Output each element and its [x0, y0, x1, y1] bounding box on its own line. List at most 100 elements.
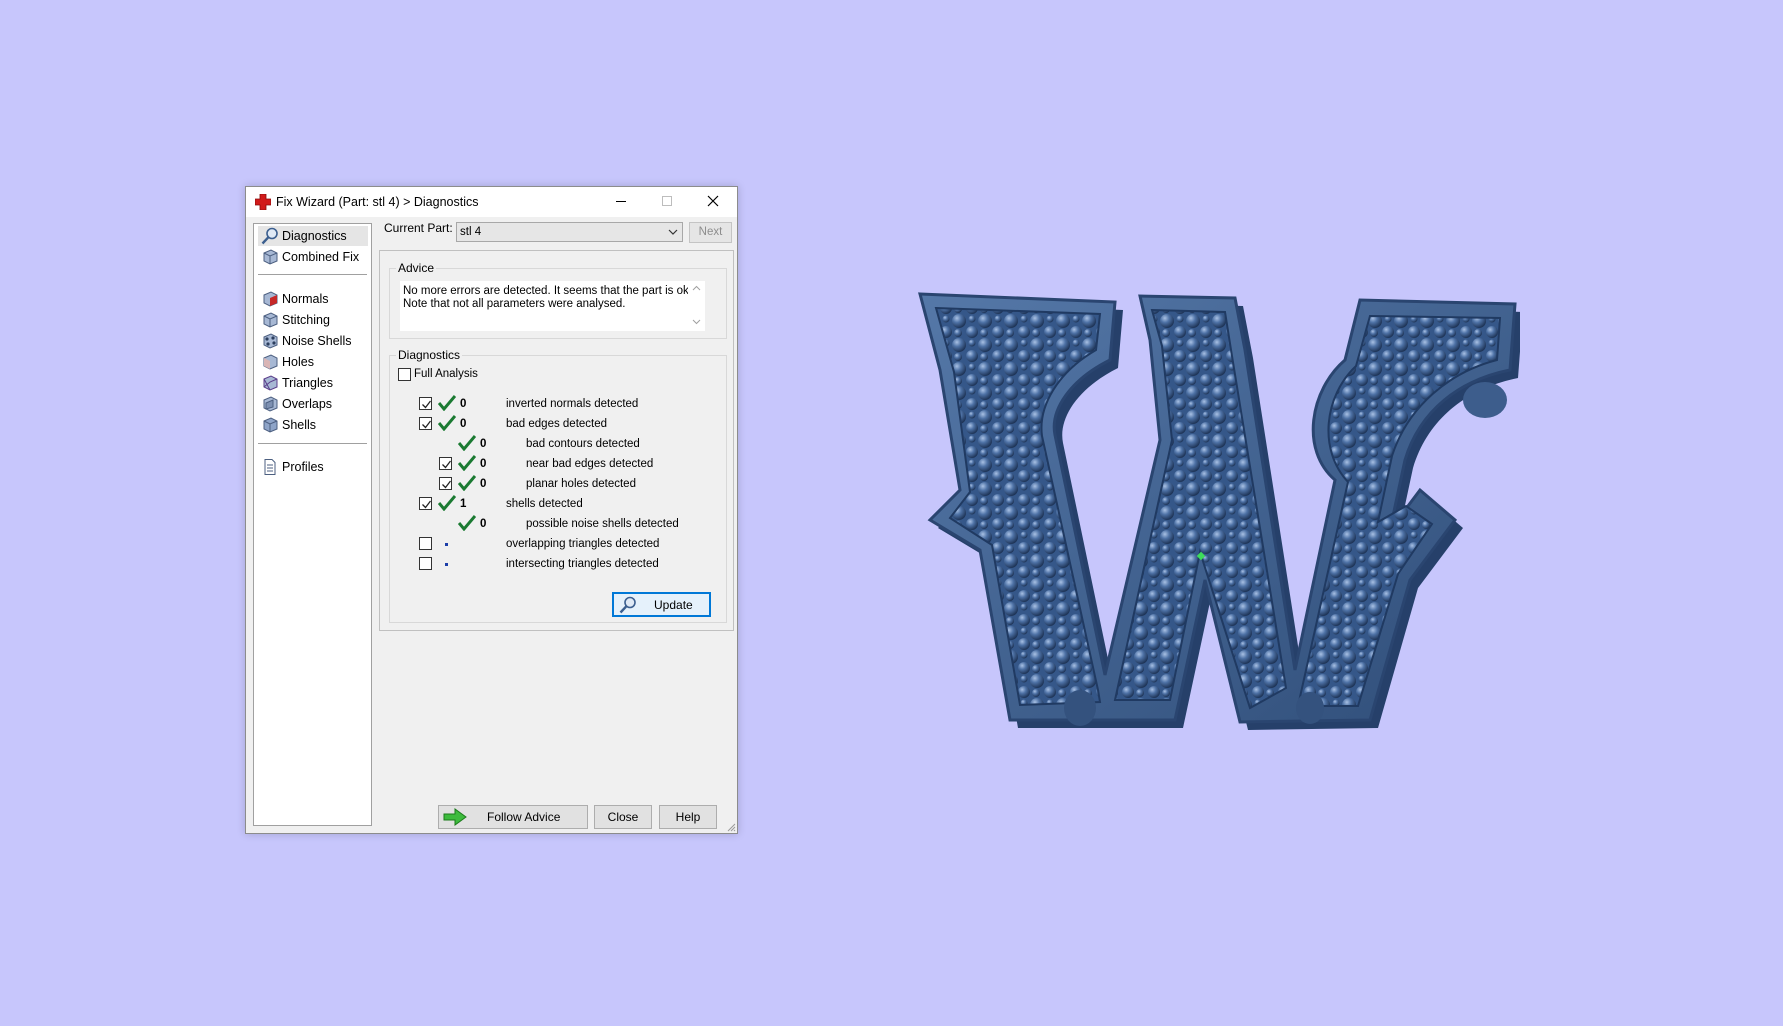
nav-item-profiles[interactable]: Profiles: [258, 457, 368, 477]
near-bad-edges-label: near bad edges detected: [526, 458, 654, 470]
planar-holes-count: 0: [480, 478, 487, 490]
scroll-down-icon: [692, 319, 701, 325]
diagnostics-group: Diagnostics Full Analysis 0 inverted nor…: [389, 348, 727, 623]
maximize-button[interactable]: [645, 187, 691, 217]
shells-cube-icon: [263, 417, 278, 433]
triangles-cube-icon: [263, 375, 278, 391]
follow-advice-button[interactable]: Follow Advice: [438, 805, 588, 829]
nav-label: Combined Fix: [282, 250, 360, 264]
nav-label: Holes: [282, 355, 314, 369]
nav-label: Profiles: [282, 460, 324, 474]
w-letter-model[interactable]: [900, 290, 1520, 790]
intersecting-triangles-label: intersecting triangles detected: [506, 558, 659, 570]
nav-item-overlaps[interactable]: Overlaps: [258, 394, 368, 414]
ok-check-icon: [458, 455, 476, 471]
ok-check-icon: [458, 515, 476, 531]
inverted-normals-count: 0: [460, 398, 467, 410]
close-icon: [707, 195, 719, 207]
minimize-icon: [616, 201, 626, 202]
cube-icon: [263, 249, 278, 265]
diagnostics-panel: Advice No more errors are detected. It s…: [379, 250, 734, 631]
minimize-button[interactable]: [599, 187, 645, 217]
current-part-label: Current Part:: [384, 221, 453, 235]
nav-item-shells[interactable]: Shells: [258, 415, 368, 435]
bad-edges-checkbox[interactable]: [419, 417, 432, 430]
fix-wizard-dialog: Fix Wizard (Part: stl 4) > Diagnostics D…: [245, 186, 738, 834]
nav-item-normals[interactable]: Normals: [258, 289, 368, 309]
ok-check-icon: [438, 495, 456, 511]
current-part-value: stl 4: [460, 226, 482, 238]
nav-label: Overlaps: [282, 397, 333, 411]
bad-edges-count: 0: [460, 418, 467, 430]
planar-holes-checkbox[interactable]: [439, 477, 452, 490]
full-analysis-checkbox[interactable]: [398, 368, 411, 381]
inverted-normals-checkbox[interactable]: [419, 397, 432, 410]
help-button[interactable]: Help: [659, 805, 717, 829]
resize-grip-icon[interactable]: [726, 822, 736, 832]
update-button[interactable]: Update: [612, 592, 711, 617]
bad-edges-label: bad edges detected: [506, 418, 608, 430]
planar-holes-label: planar holes detected: [526, 478, 636, 490]
nav-item-noise-shells[interactable]: Noise Shells: [258, 331, 368, 351]
advice-scrollbar[interactable]: [688, 281, 705, 331]
noise-shells-count: 0: [480, 518, 487, 530]
ok-check-icon: [458, 475, 476, 491]
overlaps-cube-icon: [263, 396, 278, 412]
maximize-icon: [662, 196, 672, 206]
overlapping-triangles-checkbox[interactable]: [419, 537, 432, 550]
shells-checkbox[interactable]: [419, 497, 432, 510]
nav-label: Normals: [282, 292, 329, 306]
green-arrow-icon: [443, 808, 467, 826]
noise-shells-label: possible noise shells detected: [526, 518, 679, 530]
ok-check-icon: [458, 435, 476, 451]
overlapping-triangles-label: overlapping triangles detected: [506, 538, 660, 550]
nav-separator: [258, 443, 367, 444]
normals-cube-icon: [263, 291, 278, 307]
near-bad-edges-checkbox[interactable]: [439, 457, 452, 470]
update-label: Update: [654, 598, 693, 612]
not-analysed-dot: [445, 563, 448, 566]
close-window-button[interactable]: [691, 187, 737, 217]
nav-label: Stitching: [282, 313, 330, 327]
nav-label: Noise Shells: [282, 334, 352, 348]
chevron-down-icon: [668, 229, 678, 235]
nav-item-triangles[interactable]: Triangles: [258, 373, 368, 393]
close-button[interactable]: Close: [594, 805, 652, 829]
ok-check-icon: [438, 395, 456, 411]
magnifier-icon: [261, 227, 278, 245]
bad-contours-label: bad contours detected: [526, 438, 640, 450]
diagnostics-group-title: Diagnostics: [396, 348, 463, 362]
title-bar[interactable]: Fix Wizard (Part: stl 4) > Diagnostics: [246, 187, 737, 217]
nav-separator: [258, 274, 367, 275]
intersecting-triangles-checkbox[interactable]: [419, 557, 432, 570]
advice-textbox[interactable]: No more errors are detected. It seems th…: [400, 281, 705, 331]
stitching-cube-icon: [263, 312, 278, 328]
viewport-3d[interactable]: Fix Wizard (Part: stl 4) > Diagnostics D…: [0, 0, 1783, 1026]
not-analysed-dot: [445, 543, 448, 546]
nav-item-diagnostics[interactable]: Diagnostics: [258, 226, 368, 246]
advice-text: No more errors are detected. It seems th…: [403, 285, 692, 310]
near-bad-edges-count: 0: [480, 458, 487, 470]
window-title: Fix Wizard (Part: stl 4) > Diagnostics: [276, 195, 479, 209]
bad-contours-count: 0: [480, 438, 487, 450]
nav-item-stitching[interactable]: Stitching: [258, 310, 368, 330]
nav-item-combined-fix[interactable]: Combined Fix: [258, 247, 368, 267]
inverted-normals-label: inverted normals detected: [506, 398, 639, 410]
full-analysis-label: Full Analysis: [414, 368, 478, 380]
holes-cube-icon: [263, 354, 278, 370]
current-part-select[interactable]: stl 4: [456, 222, 683, 242]
ok-check-icon: [438, 415, 456, 431]
follow-advice-label: Follow Advice: [487, 810, 561, 824]
nav-label: Triangles: [282, 376, 333, 390]
shells-label: shells detected: [506, 498, 583, 510]
nav-label: Shells: [282, 418, 317, 432]
magnifier-icon: [619, 596, 636, 614]
nav-item-holes[interactable]: Holes: [258, 352, 368, 372]
next-button[interactable]: Next: [689, 222, 732, 243]
noise-shells-icon: [263, 333, 278, 349]
red-cross-app-icon: [255, 194, 271, 210]
scroll-up-icon: [692, 285, 701, 291]
nav-label: Diagnostics: [282, 229, 347, 243]
advice-group: Advice No more errors are detected. It s…: [389, 261, 727, 339]
fix-wizard-nav: Diagnostics Combined Fix Normals Stitchi…: [253, 223, 372, 826]
